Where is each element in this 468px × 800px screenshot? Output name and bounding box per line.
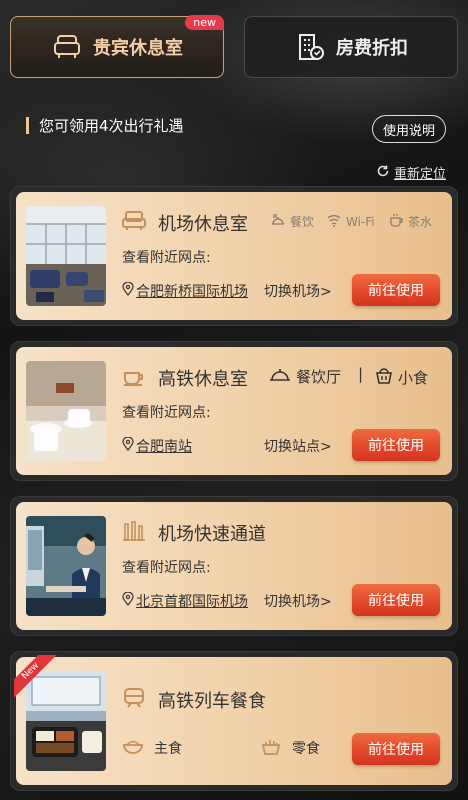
- card-hsr-meals-body: New 高铁列车餐食 主食 零食 前往使用: [14, 655, 452, 785]
- amenity-food: 餐饮: [270, 212, 314, 231]
- card-title-row: 高铁列车餐食: [122, 687, 266, 713]
- cup-icon: [122, 365, 146, 391]
- card-title: 高铁列车餐食: [158, 691, 266, 712]
- card-title: 高铁休息室: [158, 369, 248, 390]
- location-link[interactable]: 合肥南站: [122, 436, 192, 456]
- sofa-icon: [122, 210, 146, 236]
- card-hsr-lounge: 高铁休息室 餐饮厅 | 小食 查看附近网点: 合肥南站 切换站点> 前往使用: [10, 341, 458, 481]
- card-airport-lounge-body: 机场休息室 餐饮 Wi-Fi 茶水 查看附近网点: 合肥新桥国际机场 切换机场>…: [16, 192, 452, 320]
- amenity-label: 茶水: [408, 215, 433, 229]
- switch-airport-link[interactable]: 切换机场>: [264, 281, 332, 301]
- amenity-wifi: Wi-Fi: [326, 212, 375, 231]
- nearby-label: 查看附近网点:: [122, 250, 211, 266]
- location-link[interactable]: 北京首都国际机场: [122, 591, 248, 611]
- amenity-label: 餐饮厅: [296, 367, 342, 386]
- train-icon: [122, 687, 146, 713]
- tea-icon: [388, 212, 404, 231]
- card-title: 机场快速通道: [158, 524, 266, 545]
- location-name: 合肥新桥国际机场: [136, 284, 248, 300]
- tab-vip-lounge[interactable]: 贵宾休息室 new: [10, 15, 224, 78]
- amenity-label: Wi-Fi: [346, 214, 375, 229]
- nearby-label: 查看附近网点:: [122, 405, 211, 421]
- amenity-divider: |: [358, 365, 363, 383]
- accent-bar: [26, 117, 29, 134]
- food-staple: 主食: [122, 737, 182, 759]
- go-use-button[interactable]: 前往使用: [352, 429, 440, 461]
- location-name: 合肥南站: [136, 439, 192, 455]
- new-ribbon: New: [14, 655, 60, 701]
- switch-station-link[interactable]: 切换站点>: [264, 436, 332, 456]
- location-pin-icon: [122, 591, 134, 610]
- relocate-label: 重新定位: [393, 167, 446, 182]
- location-link[interactable]: 合肥新桥国际机场: [122, 281, 248, 301]
- amenity-label: 餐饮: [290, 215, 315, 229]
- fast-lane-icon: [122, 520, 146, 546]
- location-pin-icon: [122, 436, 134, 455]
- location-pin-icon: [122, 281, 134, 300]
- card-title-row: 机场快速通道: [122, 520, 266, 546]
- hotel-building-icon: [294, 31, 326, 63]
- card-airport-lounge: 机场休息室 餐饮 Wi-Fi 茶水 查看附近网点: 合肥新桥国际机场 切换机场>…: [10, 186, 458, 326]
- card-title-row: 高铁休息室: [122, 365, 248, 391]
- snack-basket-icon: [260, 737, 282, 759]
- fast-lane-photo: [26, 516, 106, 616]
- airport-lounge-photo: [26, 206, 106, 306]
- amenity-label: 小食: [398, 368, 429, 387]
- cloche-icon: [268, 365, 292, 387]
- nearby-label: 查看附近网点:: [122, 560, 211, 576]
- relocate-button[interactable]: 重新定位: [376, 163, 446, 182]
- card-hsr-meals: New 高铁列车餐食 主食 零食 前往使用: [10, 651, 458, 791]
- food-icon: [270, 212, 286, 231]
- perks-count: 您可领用4次出行礼遇: [26, 115, 184, 136]
- card-title: 机场休息室: [158, 214, 248, 235]
- go-use-button[interactable]: 前往使用: [352, 733, 440, 765]
- perks-text: 您可领用4次出行礼遇: [39, 117, 184, 135]
- divider: |: [358, 365, 364, 383]
- amenity-snack: 小食: [374, 365, 428, 389]
- food-snack: 零食: [260, 737, 320, 759]
- amenity-dining-hall: 餐饮厅: [268, 365, 341, 387]
- rice-bowl-icon: [122, 737, 144, 759]
- card-hsr-lounge-body: 高铁休息室 餐饮厅 | 小食 查看附近网点: 合肥南站 切换站点> 前往使用: [16, 347, 452, 475]
- go-use-button[interactable]: 前往使用: [352, 584, 440, 616]
- wifi-icon: [326, 212, 342, 231]
- card-fast-lane-body: 机场快速通道 查看附近网点: 北京首都国际机场 切换机场> 前往使用: [16, 502, 452, 630]
- sofa-icon: [51, 31, 83, 63]
- tab-vip-lounge-label: 贵宾休息室: [93, 38, 183, 59]
- card-airport-fast-lane: 机场快速通道 查看附近网点: 北京首都国际机场 切换机场> 前往使用: [10, 496, 458, 636]
- new-ribbon-label: New: [14, 655, 60, 701]
- snack-icon: [374, 365, 394, 389]
- food-label: 主食: [154, 741, 182, 757]
- new-badge: new: [185, 15, 224, 30]
- tab-room-discount[interactable]: 房费折扣: [244, 16, 458, 78]
- switch-airport-link[interactable]: 切换机场>: [264, 591, 332, 611]
- usage-guide-button[interactable]: 使用说明: [372, 115, 446, 143]
- tab-room-discount-label: 房费折扣: [336, 38, 408, 59]
- refresh-icon: [376, 164, 390, 182]
- go-use-button[interactable]: 前往使用: [352, 274, 440, 306]
- card-title-row: 机场休息室: [122, 210, 248, 236]
- location-name: 北京首都国际机场: [136, 594, 248, 610]
- amenity-tea: 茶水: [388, 212, 432, 231]
- food-label: 零食: [292, 741, 320, 757]
- top-tabs: 贵宾休息室 new 房费折扣: [10, 15, 458, 80]
- hsr-lounge-photo: [26, 361, 106, 461]
